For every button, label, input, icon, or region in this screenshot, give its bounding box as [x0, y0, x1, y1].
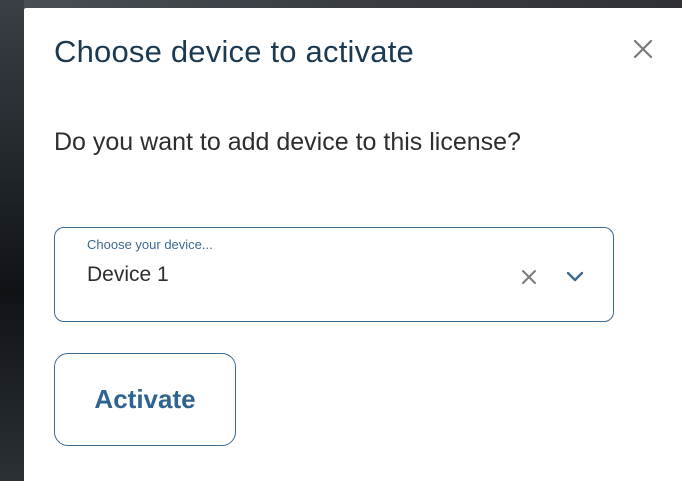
activate-device-dialog: Choose device to activate Do you want to…: [24, 8, 682, 481]
clear-icon: [522, 270, 536, 284]
backdrop: [0, 0, 682, 8]
device-select[interactable]: Choose your device... Device 1: [54, 227, 614, 322]
close-icon: [633, 39, 653, 59]
activate-button[interactable]: Activate: [54, 353, 236, 446]
close-button[interactable]: [628, 34, 658, 64]
device-select-value: Device 1: [87, 263, 169, 286]
clear-selection-button[interactable]: [517, 265, 541, 289]
device-select-label: Choose your device...: [87, 237, 213, 252]
dialog-message: Do you want to add device to this licens…: [54, 128, 521, 156]
chevron-down-icon: [566, 271, 584, 282]
dialog-title: Choose device to activate: [54, 34, 414, 69]
backdrop-edge: [0, 0, 24, 481]
dropdown-toggle-button[interactable]: [563, 265, 587, 289]
